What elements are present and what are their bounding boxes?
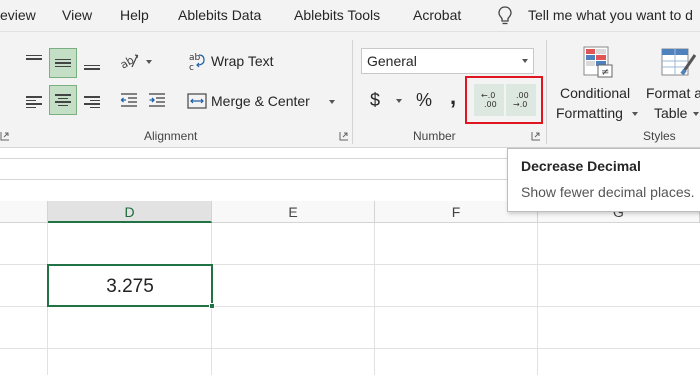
align-left-button[interactable] xyxy=(22,90,46,114)
number-format-dropdown[interactable]: General xyxy=(361,48,534,74)
top-align-button[interactable] xyxy=(22,48,46,72)
conditional-formatting-label-1[interactable]: Conditional xyxy=(560,85,630,101)
grid-line xyxy=(374,223,375,375)
wrap-text-icon: ab c xyxy=(189,53,205,71)
center-align-button[interactable] xyxy=(49,85,77,115)
number-format-caret xyxy=(522,59,528,63)
middle-align-button[interactable] xyxy=(49,48,77,78)
styles-group-label: Styles xyxy=(643,129,676,143)
wrap-text-icon-button[interactable]: ab c xyxy=(186,50,208,72)
accounting-format-button[interactable]: $ xyxy=(370,90,380,111)
align-right-button[interactable] xyxy=(80,90,104,114)
decrease-decimal-tooltip: Decrease Decimal Show fewer decimal plac… xyxy=(507,148,700,212)
column-header-e[interactable]: E xyxy=(212,201,375,223)
group-separator xyxy=(546,40,547,144)
number-format-value: General xyxy=(367,53,417,69)
tab-help[interactable]: Help xyxy=(120,7,149,23)
wrap-text-button[interactable]: Wrap Text xyxy=(211,53,274,69)
grid-line xyxy=(0,348,700,349)
orientation-button[interactable]: ab xyxy=(117,50,141,72)
decrease-indent-button[interactable] xyxy=(117,88,141,112)
tooltip-description: Show fewer decimal places. xyxy=(521,184,695,200)
align-left-icon xyxy=(26,96,42,108)
conditional-formatting-icon-button[interactable]: ≠ xyxy=(580,44,616,80)
highlight-box xyxy=(465,76,543,124)
cell-value: 3.275 xyxy=(106,276,154,297)
increase-indent-icon xyxy=(149,93,165,107)
bottom-align-button[interactable] xyxy=(80,50,104,76)
format-as-table-label-1[interactable]: Format a xyxy=(646,85,700,101)
lightbulb-icon xyxy=(498,6,512,25)
font-dialog-launcher-icon[interactable] xyxy=(0,131,10,141)
svg-text:≠: ≠ xyxy=(601,67,609,78)
fill-handle[interactable] xyxy=(209,303,215,309)
increase-indent-button[interactable] xyxy=(145,88,169,112)
tab-review[interactable]: eview xyxy=(0,7,36,23)
number-dialog-launcher-icon[interactable] xyxy=(531,131,541,141)
orientation-icon: ab xyxy=(119,53,139,70)
merge-center-icon-button[interactable] xyxy=(186,90,208,112)
percent-style-button[interactable]: % xyxy=(416,90,432,111)
center-align-icon xyxy=(55,94,71,106)
format-as-table-label-2[interactable]: Table xyxy=(654,105,687,121)
column-header-d[interactable]: D xyxy=(48,201,212,223)
ribbon: ab ab c Wrap Text Merge & Center Alignme… xyxy=(0,32,700,148)
number-group-label: Number xyxy=(413,129,456,143)
tooltip-title: Decrease Decimal xyxy=(521,158,641,174)
merge-center-button[interactable]: Merge & Center xyxy=(211,93,310,109)
selected-cell[interactable]: 3.275 xyxy=(47,264,215,309)
tab-acrobat[interactable]: Acrobat xyxy=(413,7,461,23)
conditional-formatting-label-2[interactable]: Formatting xyxy=(556,105,623,121)
orientation-dropdown-caret[interactable] xyxy=(146,60,152,64)
group-separator xyxy=(352,40,353,144)
tab-ablebits-tools[interactable]: Ablebits Tools xyxy=(294,7,380,23)
tab-view[interactable]: View xyxy=(62,7,92,23)
alignment-dialog-launcher-icon[interactable] xyxy=(339,131,349,141)
tab-ablebits-data[interactable]: Ablebits Data xyxy=(178,7,261,23)
format-as-table-icon xyxy=(661,48,697,76)
top-align-icon xyxy=(26,54,42,60)
svg-text:ab: ab xyxy=(189,53,201,63)
align-right-icon xyxy=(84,96,100,108)
comma-style-button[interactable]: , xyxy=(450,84,456,110)
alignment-group-label: Alignment xyxy=(144,129,198,143)
merge-center-dropdown-caret[interactable] xyxy=(329,100,335,104)
decrease-indent-icon xyxy=(120,93,137,107)
format-as-table-icon-button[interactable] xyxy=(658,44,698,80)
merge-center-icon xyxy=(187,93,207,109)
tell-me-search[interactable]: Tell me what you want to d xyxy=(528,7,693,23)
bottom-align-icon xyxy=(84,64,100,70)
menu-tabs-bar: eview View Help Ablebits Data Ablebits T… xyxy=(0,0,700,32)
grid-line xyxy=(537,223,538,375)
format-as-table-caret[interactable] xyxy=(693,112,699,116)
svg-text:c: c xyxy=(189,63,194,71)
row-header-corner[interactable] xyxy=(0,201,48,223)
conditional-formatting-caret[interactable] xyxy=(632,112,638,116)
conditional-formatting-icon: ≠ xyxy=(583,46,613,78)
accounting-format-caret[interactable] xyxy=(396,99,402,103)
svg-text:ab: ab xyxy=(119,53,136,70)
middle-align-icon xyxy=(55,58,71,68)
